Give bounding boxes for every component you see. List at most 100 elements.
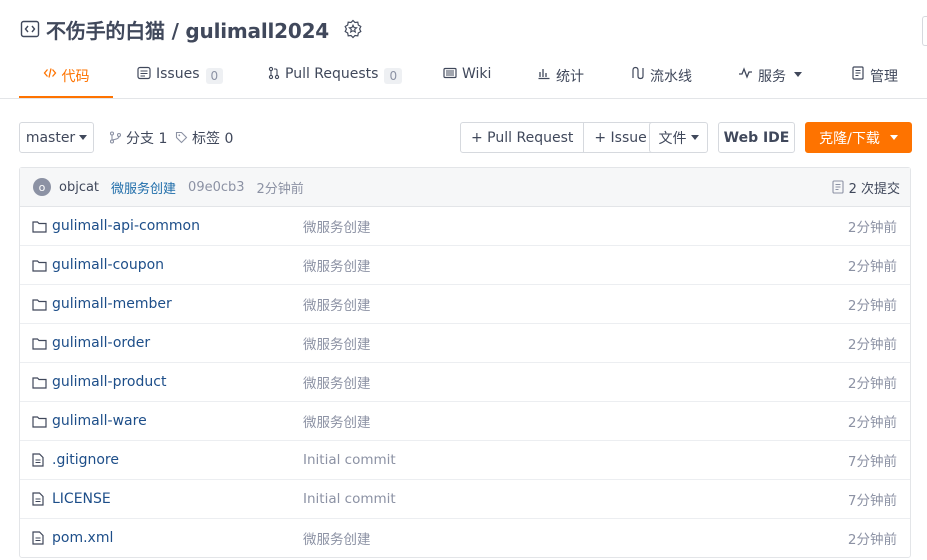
tag-icon xyxy=(175,131,188,144)
branches-label: 分支 1 xyxy=(126,130,168,147)
chevron-down-icon xyxy=(889,135,898,140)
file-commit-message[interactable]: 微服务创建 xyxy=(303,255,371,275)
tab-manage[interactable]: 管理 xyxy=(852,60,898,98)
tab-services[interactable]: 服务 xyxy=(738,60,802,98)
files-menu-button[interactable]: 文件 xyxy=(649,122,708,153)
file-name[interactable]: .gitignore xyxy=(52,452,303,468)
commits-icon xyxy=(832,180,844,194)
tab-pipeline[interactable]: 流水线 xyxy=(631,60,692,98)
file-commit-message[interactable]: Initial commit xyxy=(303,452,396,468)
branches-link[interactable]: 分支 1 xyxy=(109,122,167,153)
repo-title[interactable]: 不伤手的白猫 / gulimall2024 xyxy=(46,15,329,44)
repo-tabs: 代码 Issues 0 Pull Requests 0 Wiki 统计 流水线 … xyxy=(19,60,927,98)
wiki-icon xyxy=(443,67,457,79)
tab-issues-label: Issues xyxy=(156,66,200,82)
side-panel-handle[interactable] xyxy=(922,16,927,46)
commit-time: 2分钟前 xyxy=(256,181,304,197)
folder-icon xyxy=(32,337,48,350)
repo-toolbar: master 分支 1 标签 0 + Pull Request + Issue … xyxy=(19,122,912,154)
table-row[interactable]: .gitignore Initial commit 7分钟前 xyxy=(20,441,910,480)
file-commit-time: 2分钟前 xyxy=(847,415,897,431)
file-commit-time: 2分钟前 xyxy=(847,376,897,392)
tags-link[interactable]: 标签 0 xyxy=(175,122,233,153)
table-row[interactable]: pom.xml 微服务创建 2分钟前 xyxy=(20,519,910,557)
folder-icon xyxy=(32,298,48,311)
manage-icon xyxy=(852,66,864,80)
file-commit-time: 7分钟前 xyxy=(847,493,897,509)
pulse-icon xyxy=(739,67,752,79)
tab-pull-requests[interactable]: Pull Requests 0 xyxy=(268,60,403,98)
branch-select-label: master xyxy=(25,129,76,146)
new-pull-request-button[interactable]: + Pull Request xyxy=(461,123,583,152)
repo-header: 不伤手的白猫 / gulimall2024 代码 Issues 0 Pull R… xyxy=(0,0,927,99)
create-button-group: + Pull Request + Issue xyxy=(460,122,661,153)
file-name[interactable]: gulimall-order xyxy=(52,335,303,351)
file-commit-time: 2分钟前 xyxy=(847,298,897,314)
issues-icon xyxy=(137,66,151,80)
tab-manage-label: 管理 xyxy=(870,69,898,85)
code-icon xyxy=(43,68,56,78)
file-commit-message[interactable]: 微服务创建 xyxy=(303,333,371,353)
pipeline-icon xyxy=(632,66,644,80)
file-icon xyxy=(32,453,48,467)
folder-icon xyxy=(32,259,48,272)
table-row[interactable]: gulimall-member 微服务创建 2分钟前 xyxy=(20,285,910,324)
tab-wiki-label: Wiki xyxy=(462,66,492,82)
commit-sha[interactable]: 09e0cb3 xyxy=(188,180,244,195)
folder-icon xyxy=(32,415,48,428)
clone-download-button[interactable]: 克隆/下载 xyxy=(805,122,912,153)
table-row[interactable]: gulimall-ware 微服务创建 2分钟前 xyxy=(20,402,910,441)
chevron-down-icon xyxy=(794,72,802,77)
table-row[interactable]: gulimall-coupon 微服务创建 2分钟前 xyxy=(20,246,910,285)
repo-title-row: 不伤手的白猫 / gulimall2024 xyxy=(20,14,363,44)
file-commit-message[interactable]: 微服务创建 xyxy=(303,528,371,548)
file-name[interactable]: pom.xml xyxy=(52,530,303,546)
files-menu-label: 文件 xyxy=(658,130,687,147)
file-commit-time: 2分钟前 xyxy=(847,337,897,353)
tab-wiki[interactable]: Wiki xyxy=(443,60,491,98)
file-commit-time: 2分钟前 xyxy=(847,259,897,275)
table-row[interactable]: LICENSE Initial commit 7分钟前 xyxy=(20,480,910,519)
folder-icon xyxy=(32,220,48,233)
tab-stats-label: 统计 xyxy=(556,69,584,85)
file-list: o objcat 微服务创建 09e0cb3 2分钟前 2 次提交 gulima… xyxy=(19,167,911,558)
stats-icon xyxy=(538,69,550,80)
file-name[interactable]: gulimall-member xyxy=(52,296,303,312)
table-row[interactable]: gulimall-api-common 微服务创建 2分钟前 xyxy=(20,207,910,246)
file-commit-message[interactable]: 微服务创建 xyxy=(303,411,371,431)
file-name[interactable]: gulimall-product xyxy=(52,374,303,390)
file-commit-message[interactable]: 微服务创建 xyxy=(303,294,371,314)
tab-stats[interactable]: 统计 xyxy=(537,60,584,98)
issues-count: 0 xyxy=(205,68,224,84)
chevron-down-icon xyxy=(79,135,88,140)
commit-message[interactable]: 微服务创建 xyxy=(111,178,176,197)
commit-author[interactable]: objcat xyxy=(59,180,99,195)
commit-count-label: 2 次提交 xyxy=(848,181,900,197)
file-name[interactable]: gulimall-ware xyxy=(52,413,303,429)
tab-code[interactable]: 代码 xyxy=(19,60,113,98)
avatar[interactable]: o xyxy=(33,178,51,196)
file-name[interactable]: gulimall-api-common xyxy=(52,218,303,234)
tags-label: 标签 0 xyxy=(192,130,234,147)
pull-request-icon xyxy=(268,66,280,80)
file-icon xyxy=(32,531,48,545)
file-commit-message[interactable]: 微服务创建 xyxy=(303,216,371,236)
folder-icon xyxy=(32,376,48,389)
table-row[interactable]: gulimall-order 微服务创建 2分钟前 xyxy=(20,324,910,363)
file-icon xyxy=(32,492,48,506)
new-issue-button[interactable]: + Issue xyxy=(583,123,656,152)
branch-icon xyxy=(109,131,122,144)
tab-issues[interactable]: Issues 0 xyxy=(137,60,224,98)
tab-pipeline-label: 流水线 xyxy=(650,69,692,85)
file-name[interactable]: LICENSE xyxy=(52,491,303,507)
file-commit-time: 2分钟前 xyxy=(847,532,897,548)
web-ide-button[interactable]: Web IDE xyxy=(718,122,795,153)
file-name[interactable]: gulimall-coupon xyxy=(52,257,303,273)
recommended-badge-icon[interactable] xyxy=(343,19,363,39)
file-commit-message[interactable]: Initial commit xyxy=(303,491,396,507)
commit-count-link[interactable]: 2 次提交 xyxy=(832,168,900,206)
table-row[interactable]: gulimall-product 微服务创建 2分钟前 xyxy=(20,363,910,402)
branch-select[interactable]: master xyxy=(19,122,94,153)
tab-pull-requests-label: Pull Requests xyxy=(285,66,379,82)
file-commit-message[interactable]: 微服务创建 xyxy=(303,372,371,392)
